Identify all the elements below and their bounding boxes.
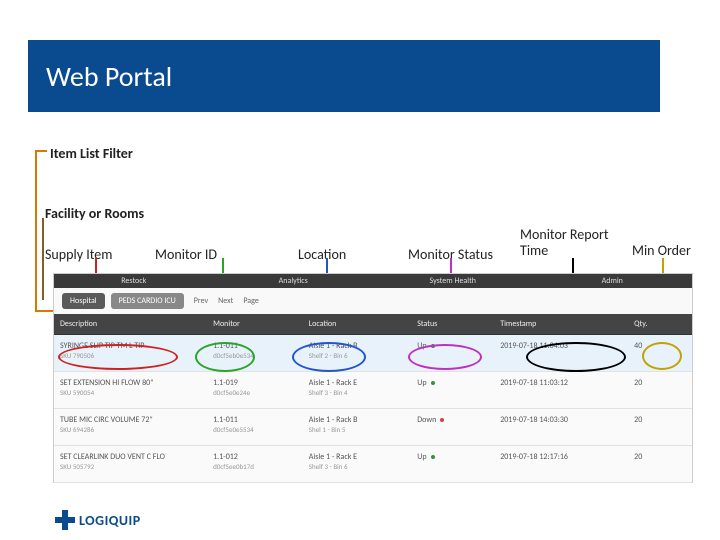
logo-text: LOGIQUIP <box>79 512 141 529</box>
page-label: Page <box>243 296 258 306</box>
cell-monitor: 1.1-019d0cf5e0e24e <box>207 372 303 409</box>
table-row[interactable]: SET EXTENSION HI FLOW 80"SKU 5900541.1-0… <box>54 372 692 409</box>
connector-facility-2 <box>42 260 44 300</box>
filter-controls: Hospital PEDS CARDIO ICU Prev Next Page <box>54 288 692 314</box>
room-select[interactable]: PEDS CARDIO ICU <box>111 293 184 309</box>
th-monitor[interactable]: Monitor <box>207 314 303 335</box>
logiquip-logo: LOGIQUIP <box>55 510 141 530</box>
title-bar: Web Portal <box>28 40 660 112</box>
cell-monitor: 1.1-011d0cf5eb0e534 <box>207 335 303 372</box>
cell-status: Down <box>411 409 494 446</box>
label-monitor-id: Monitor ID <box>155 246 217 263</box>
cell-location: Aisle 1 - Rack BShelf 2 - Bin 6 <box>303 335 411 372</box>
connector-item-list-top <box>35 150 47 152</box>
th-description[interactable]: Description <box>54 314 207 335</box>
cell-ts: 2019-07-18 11:03:12 <box>494 372 628 409</box>
cell-ts: 2019-07-18 12:17:16 <box>494 446 628 483</box>
nav-admin[interactable]: Admin <box>533 274 693 288</box>
nav-analytics[interactable]: Analytics <box>214 274 374 288</box>
cell-monitor: 1.1-012d0cf5ee0b17d <box>207 446 303 483</box>
label-min-order: Min Order <box>632 242 691 259</box>
cell-ts: 2019-07-18 14:03:30 <box>494 409 628 446</box>
label-monitor-report-time-line1: Monitor Report <box>520 226 609 243</box>
th-location[interactable]: Location <box>303 314 411 335</box>
cell-desc: SYRINGE SLIP TIP TM L TIPSKU 790506 <box>54 335 207 372</box>
th-timestamp[interactable]: Timestamp <box>494 314 628 335</box>
cell-qty: 20 <box>628 372 692 409</box>
table-row[interactable]: TUBE MIC CIRC VOLUME 72"SKU 6942861.1-01… <box>54 409 692 446</box>
cell-status: Up <box>411 446 494 483</box>
nav-restock[interactable]: Restock <box>54 274 214 288</box>
items-table: Description Monitor Location Status Time… <box>54 314 692 483</box>
label-item-list-filter: Item List Filter <box>50 145 133 162</box>
th-qty[interactable]: Qty. <box>628 314 692 335</box>
label-facility-or-rooms: Facility or Rooms <box>45 205 144 222</box>
table-row[interactable]: SET CLEARLINK DUO VENT C FLOSKU 5057921.… <box>54 446 692 483</box>
next-link[interactable]: Next <box>218 296 233 306</box>
cell-qty: 20 <box>628 446 692 483</box>
cell-status: Up <box>411 335 494 372</box>
cell-desc: SET CLEARLINK DUO VENT C FLOSKU 505792 <box>54 446 207 483</box>
label-monitor-report-time-line2: Time <box>520 242 548 259</box>
label-location: Location <box>298 246 346 263</box>
table-row[interactable]: SYRINGE SLIP TIP TM L TIPSKU 7905061.1-0… <box>54 335 692 372</box>
facility-select[interactable]: Hospital <box>62 293 105 309</box>
cell-qty: 40 <box>628 335 692 372</box>
cell-location: Aisle 1 - Rack EShelf 3 - Bin 4 <box>303 372 411 409</box>
cell-desc: SET EXTENSION HI FLOW 80"SKU 590054 <box>54 372 207 409</box>
cell-location: Aisle 1 - Rack BShel 1 - Bin 5 <box>303 409 411 446</box>
screenshot-panel: Restock Analytics System Health Admin Ho… <box>53 273 693 483</box>
prev-link[interactable]: Prev <box>194 296 208 306</box>
cross-icon <box>55 510 75 530</box>
page-title: Web Portal <box>46 59 172 94</box>
panel-top-nav: Restock Analytics System Health Admin <box>54 274 692 288</box>
cell-ts: 2019-07-18 11:04:03 <box>494 335 628 372</box>
label-supply-item: Supply Item <box>45 246 112 263</box>
cell-location: Aisle 1 - Rack EShelf 3 - Bin 6 <box>303 446 411 483</box>
th-status[interactable]: Status <box>411 314 494 335</box>
cell-monitor: 1.1-011d0cf5e0e5534 <box>207 409 303 446</box>
cell-qty: 20 <box>628 409 692 446</box>
nav-system-health[interactable]: System Health <box>373 274 533 288</box>
connector-item-list <box>35 150 37 312</box>
cell-status: Up <box>411 372 494 409</box>
connector-facility <box>42 218 44 260</box>
cell-desc: TUBE MIC CIRC VOLUME 72"SKU 694286 <box>54 409 207 446</box>
